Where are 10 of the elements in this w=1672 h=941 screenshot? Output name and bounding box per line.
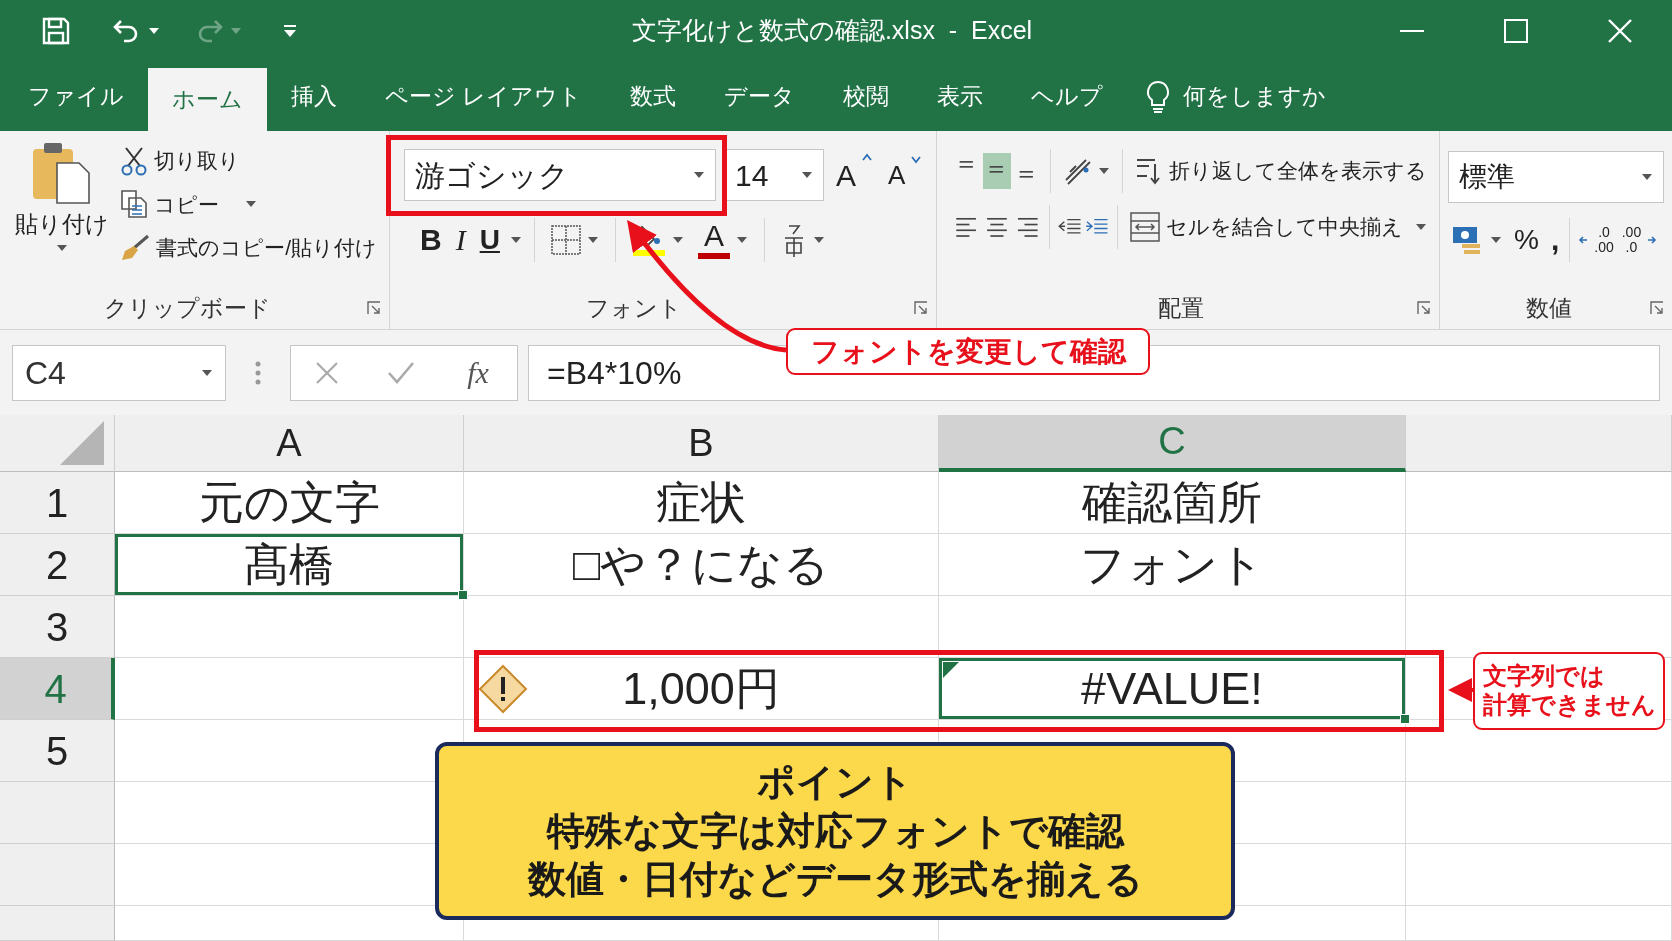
- window-title: 文字化けと数式の確認.xlsx - Excel: [631, 15, 1033, 47]
- point-text: 特殊な文字は対応フォントで確認: [546, 808, 1124, 854]
- group-label: 数値: [1525, 293, 1573, 323]
- point-title: ポイント: [757, 760, 913, 806]
- callout-tooltip: 文字列では 計算できません: [1473, 652, 1665, 730]
- group-label: 配置: [1157, 293, 1205, 323]
- point-text: 数値・日付などデータ形式を揃える: [527, 857, 1143, 903]
- group-label: クリップボード: [103, 293, 272, 323]
- callout-tooltip: フォントを変更して確認: [786, 328, 1150, 375]
- group-label: フォント: [585, 293, 683, 323]
